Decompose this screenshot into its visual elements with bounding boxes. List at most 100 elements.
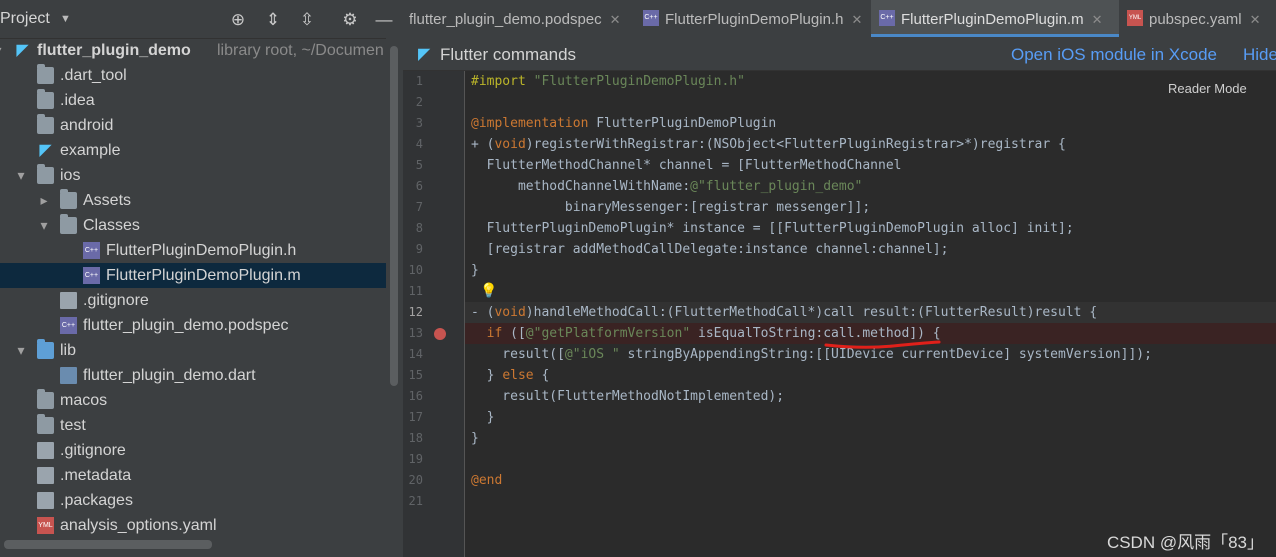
hide-link[interactable]: Hide [1243, 45, 1276, 65]
tree-item[interactable]: android [0, 113, 386, 138]
tree-item[interactable]: .metadata [0, 463, 386, 488]
line-number: 4 [415, 137, 423, 151]
close-icon[interactable]: ✕ [1092, 12, 1103, 27]
code-content[interactable]: #import "FlutterPluginDemoPlugin.h" @impl… [465, 71, 1276, 557]
code-line[interactable]: } else { [471, 365, 550, 386]
tree-item[interactable]: ▾ Classes [0, 213, 386, 238]
line-number: 21 [408, 494, 423, 508]
code-line[interactable]: @implementation FlutterPluginDemoPlugin [471, 113, 776, 134]
chevron-right-icon[interactable]: ▸ [38, 188, 50, 213]
tree-item-label: flutter_plugin_demo [37, 42, 191, 59]
tab-label: FlutterPluginDemoPlugin.m [901, 11, 1084, 28]
line-gutter[interactable]: 1 2 3 4 5 6 7 8 9 10 11 12 13 14 15 16 17 18 19 20 21 [403, 71, 465, 557]
tree-item[interactable]: .dart_tool [0, 63, 386, 88]
chevron-down-icon[interactable]: ▾ [38, 213, 50, 238]
code-line[interactable]: #import "FlutterPluginDemoPlugin.h" [471, 71, 745, 92]
tree-item[interactable]: macos [0, 388, 386, 413]
line-number: 18 [408, 431, 423, 445]
tree-item[interactable]: C++ FlutterPluginDemoPlugin.h [0, 238, 386, 263]
tree-item[interactable]: test [0, 413, 386, 438]
editor-tab[interactable]: flutter_plugin_demo.podspec ✕ [403, 0, 635, 40]
tree-item[interactable]: C++ FlutterPluginDemoPlugin.m [0, 263, 386, 288]
yaml-file-icon: YML [37, 517, 54, 534]
code-line[interactable]: result([@"iOS " stringByAppendingString:… [471, 344, 1152, 365]
code-line[interactable]: } [471, 407, 495, 428]
code-line[interactable]: result(FlutterMethodNotImplemented); [471, 386, 784, 407]
chevron-down-icon[interactable]: ▾ [0, 38, 4, 63]
close-icon[interactable]: ✕ [1250, 12, 1261, 27]
code-line[interactable]: @end [471, 470, 502, 491]
locate-icon[interactable]: ⊕ [227, 9, 249, 31]
code-line[interactable]: FlutterMethodChannel* channel = [Flutter… [471, 155, 902, 176]
line-number: 10 [408, 263, 423, 277]
tree-item[interactable]: .gitignore [0, 438, 386, 463]
scrollbar-thumb[interactable] [390, 46, 398, 386]
tree-item[interactable]: ▾ ◤ flutter_plugin_demo library root, ~/Doc… [0, 38, 386, 63]
tree-item-label: ios [60, 167, 81, 184]
tree-item[interactable]: ◤ example [0, 138, 386, 163]
line-number: 2 [415, 95, 423, 109]
gear-icon[interactable]: ⚙ [339, 9, 361, 31]
line-number: 11 [408, 284, 423, 298]
chevron-down-icon[interactable]: ▾ [15, 163, 27, 188]
folder-icon [37, 64, 54, 84]
tree-item-label: .gitignore [60, 442, 126, 459]
yaml-file-icon: YML [1127, 10, 1143, 27]
editor-tab[interactable]: C++ FlutterPluginDemoPlugin.m ✕ [871, 0, 1119, 37]
code-line[interactable]: + (void)registerWithRegistrar:(NSObject<… [471, 134, 1066, 155]
code-line[interactable]: FlutterPluginDemoPlugin* instance = [[Fl… [471, 218, 1074, 239]
editor-tab[interactable]: C++ FlutterPluginDemoPlugin.h ✕ [635, 0, 871, 40]
tree-item[interactable]: C++ flutter_plugin_demo.podspec [0, 313, 386, 338]
code-editor[interactable]: 1 2 3 4 5 6 7 8 9 10 11 12 13 14 15 16 17 18 19 20 21 #impor… [403, 71, 1276, 557]
editor-tab[interactable]: YML pubspec.yaml ✕ [1119, 0, 1276, 40]
folder-icon [37, 339, 54, 359]
tab-label: FlutterPluginDemoPlugin.h [665, 11, 844, 28]
hide-panel-icon[interactable]: — [373, 9, 395, 31]
lightbulb-icon[interactable]: 💡 [480, 282, 497, 299]
watermark: CSDN @风雨「83」 [1106, 533, 1264, 552]
tree-item[interactable]: .gitignore [0, 288, 386, 313]
chevron-down-icon[interactable]: ▼ [60, 13, 71, 25]
close-icon[interactable]: ✕ [610, 12, 621, 27]
tree-item[interactable]: flutter_plugin_demo.dart [0, 363, 386, 388]
tree-item[interactable]: ▾ ios [0, 163, 386, 188]
code-line[interactable]: - (void)handleMethodCall:(FlutterMethodC… [471, 302, 1097, 323]
tree-vertical-scrollbar[interactable] [386, 38, 403, 536]
tree-horizontal-scrollbar[interactable] [0, 536, 403, 557]
tree-item[interactable]: YML analysis_options.yaml [0, 513, 386, 536]
expand-all-icon[interactable]: ⇕ [262, 9, 284, 31]
reader-mode-button[interactable]: Reader Mode [1168, 81, 1247, 96]
tree-item-label: .idea [60, 92, 95, 109]
tree-item-label: flutter_plugin_demo.podspec [83, 317, 289, 334]
tree-item-label: flutter_plugin_demo.dart [83, 367, 256, 384]
tree-item-label: Assets [83, 192, 132, 209]
line-number: 17 [408, 410, 423, 424]
tree-item[interactable]: ▾ lib [0, 338, 386, 363]
collapse-all-icon[interactable]: ⇳ [296, 9, 318, 31]
close-icon[interactable]: ✕ [851, 12, 862, 27]
folder-icon [37, 164, 54, 184]
tree-item[interactable]: ▸ Assets [0, 188, 386, 213]
tree-item[interactable]: .packages [0, 488, 386, 513]
line-number: 6 [415, 179, 423, 193]
folder-icon [37, 89, 54, 109]
folder-icon [60, 214, 77, 234]
open-ios-xcode-link[interactable]: Open iOS module in Xcode [1011, 45, 1217, 65]
code-line[interactable]: } [471, 428, 479, 449]
tree-item-label: FlutterPluginDemoPlugin.h [106, 242, 297, 259]
code-line[interactable]: binaryMessenger:[registrar messenger]]; [471, 197, 870, 218]
tree-item[interactable]: .idea [0, 88, 386, 113]
tab-label: flutter_plugin_demo.podspec [409, 11, 602, 28]
project-panel-title[interactable]: Project [0, 10, 50, 28]
chevron-down-icon[interactable]: ▾ [15, 338, 27, 363]
tree-item-label: Classes [83, 217, 140, 234]
folder-icon [37, 389, 54, 409]
scrollbar-thumb[interactable] [4, 540, 212, 549]
line-number: 13 [408, 326, 423, 340]
code-line[interactable]: } [471, 260, 479, 281]
code-line[interactable]: methodChannelWithName:@"flutter_plugin_d… [471, 176, 862, 197]
tree-item-hint: library root, ~/Documen [217, 42, 384, 59]
breakpoint-icon[interactable] [434, 328, 446, 340]
code-line[interactable]: [registrar addMethodCallDelegate:instanc… [471, 239, 949, 260]
line-number: 5 [415, 158, 423, 172]
